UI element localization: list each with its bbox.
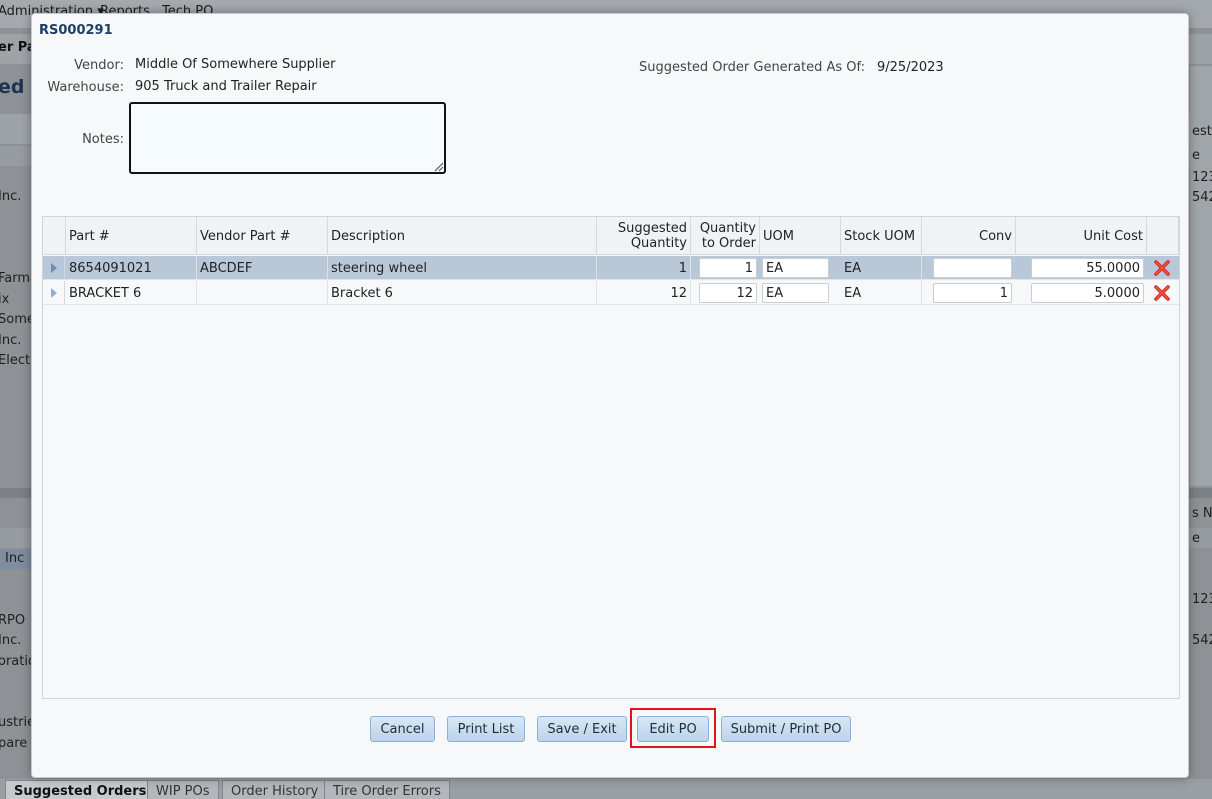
- generated-date: 9/25/2023: [877, 60, 944, 75]
- tab-order-history[interactable]: Order History: [222, 780, 328, 799]
- header-uom[interactable]: UOM: [760, 217, 841, 255]
- print-list-button[interactable]: Print List: [447, 716, 525, 742]
- grid-header: Part # Vendor Part # Description Suggest…: [43, 217, 1179, 255]
- order-lines-grid: Part # Vendor Part # Description Suggest…: [42, 216, 1180, 699]
- cell-suggested-quantity: 12: [597, 281, 691, 305]
- delete-icon[interactable]: [1153, 284, 1171, 302]
- delete-icon[interactable]: [1153, 259, 1171, 277]
- qty-to-order-input[interactable]: [699, 258, 757, 278]
- header-vendor-part[interactable]: Vendor Part #: [197, 217, 328, 255]
- bg-text: 542-: [1192, 633, 1212, 648]
- generated-label: Suggested Order Generated As Of:: [639, 60, 865, 75]
- header-unit-cost[interactable]: Unit Cost: [1016, 217, 1147, 255]
- uom-input[interactable]: [762, 258, 829, 278]
- bg-text: RPO: [0, 613, 26, 628]
- save-exit-button[interactable]: Save / Exit: [537, 716, 627, 742]
- header-suggested-line1: Suggested: [617, 221, 687, 236]
- bg-text: 542-: [1192, 190, 1212, 205]
- bg-text: pare: [0, 736, 28, 751]
- header-actions: [1147, 217, 1179, 255]
- bg-text: e: [1192, 148, 1200, 163]
- bg-text: Inc.: [0, 333, 22, 348]
- dialog-title: RS000291: [39, 23, 113, 38]
- cell-vendor-part: [197, 281, 328, 305]
- submit-print-po-button[interactable]: Submit / Print PO: [721, 716, 851, 742]
- header-quantity-to-order[interactable]: Quantity to Order: [691, 217, 760, 255]
- header-qty-line2: to Order: [701, 236, 756, 251]
- cell-stock-uom: EA: [841, 256, 922, 280]
- expand-triangle-icon: [50, 288, 57, 298]
- cell-part: 8654091021: [66, 256, 197, 280]
- header-qty-line1: Quantity: [699, 221, 756, 236]
- bg-text: ix: [0, 292, 10, 307]
- bg-text: ustrie: [0, 715, 36, 730]
- tab-tire-order-errors[interactable]: Tire Order Errors: [324, 780, 450, 799]
- header-stock-uom[interactable]: Stock UOM: [841, 217, 922, 255]
- conv-input[interactable]: [933, 258, 1012, 278]
- warehouse-value: 905 Truck and Trailer Repair: [135, 79, 317, 94]
- header-description[interactable]: Description: [328, 217, 597, 255]
- header-conv[interactable]: Conv: [922, 217, 1016, 255]
- cell-part: BRACKET 6: [66, 281, 197, 305]
- header-expander: [43, 217, 66, 255]
- bg-text: Inc.: [0, 633, 22, 648]
- uom-input[interactable]: [762, 283, 829, 303]
- unit-cost-input[interactable]: [1031, 283, 1144, 303]
- row-expander[interactable]: [43, 256, 65, 280]
- header-part[interactable]: Part #: [66, 217, 197, 255]
- highlight-box: [630, 708, 716, 748]
- cell-vendor-part: ABCDEF: [197, 256, 328, 280]
- tab-suggested-orders[interactable]: Suggested Orders: [5, 780, 156, 799]
- cell-stock-uom: EA: [841, 281, 922, 305]
- cancel-button[interactable]: Cancel: [370, 716, 435, 742]
- tab-wip-pos[interactable]: WIP POs: [147, 780, 219, 799]
- bg-text: 123-: [1192, 170, 1212, 185]
- cell-description: steering wheel: [328, 256, 597, 280]
- unit-cost-input[interactable]: [1031, 258, 1144, 278]
- notes-label: Notes:: [82, 132, 124, 147]
- cell-description: Bracket 6: [328, 281, 597, 305]
- notes-textarea[interactable]: [129, 102, 446, 174]
- bg-text: Inc: [5, 551, 25, 566]
- vendor-label: Vendor:: [74, 58, 124, 73]
- cell-suggested-quantity: 1: [597, 256, 691, 280]
- bg-text: s No: [1192, 506, 1212, 521]
- header-suggested-quantity[interactable]: Suggested Quantity: [597, 217, 691, 255]
- qty-to-order-input[interactable]: [699, 283, 757, 303]
- table-row[interactable]: 8654091021 ABCDEF steering wheel 1 EA: [43, 256, 1179, 280]
- suggested-order-dialog: RS000291 Vendor: Middle Of Somewhere Sup…: [31, 13, 1189, 778]
- bg-text: e: [1192, 531, 1200, 546]
- table-row[interactable]: BRACKET 6 Bracket 6 12 EA: [43, 281, 1179, 305]
- bg-text: esto: [1192, 124, 1212, 139]
- bg-text: Inc.: [0, 189, 22, 204]
- expand-triangle-icon: [50, 263, 57, 273]
- bg-text: 123-: [1192, 592, 1212, 607]
- vendor-value: Middle Of Somewhere Supplier: [135, 57, 336, 72]
- conv-input[interactable]: [933, 283, 1012, 303]
- row-expander[interactable]: [43, 281, 65, 305]
- warehouse-label: Warehouse:: [47, 80, 124, 95]
- header-suggested-line2: Quantity: [630, 236, 687, 251]
